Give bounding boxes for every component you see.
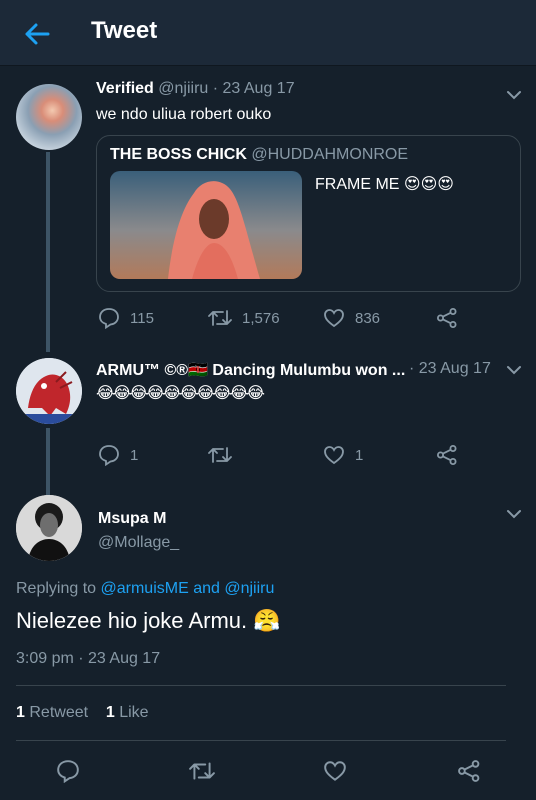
retweet-total: 1 [16,704,25,721]
reply-icon [99,445,119,466]
like-button[interactable]: 836 [323,307,380,329]
tweet-text: 😂😂😂😂😂😂😂😂😂😂 [96,385,265,402]
quote-image[interactable] [110,171,302,279]
reply-icon [99,308,119,329]
handle[interactable]: @Mollage_ [98,534,179,552]
thread-connector [46,152,50,352]
top-bar: Tweet [0,0,536,66]
reply-button[interactable] [56,759,80,783]
like-button[interactable] [323,759,347,783]
reply-count: 1 [130,446,139,464]
display-name[interactable]: Verified [96,80,154,97]
thread-connector [46,428,50,500]
share-button[interactable] [436,444,458,466]
divider [16,685,506,686]
display-name[interactable]: ARMU™ ©®🇰🇪 Dancing Mulumbu won ... [96,362,405,379]
avatar[interactable] [16,358,82,424]
heart-icon [324,309,344,328]
reply-and: and [193,580,220,597]
avatar[interactable] [16,495,82,561]
tweet-date: · 23 Aug 17 [212,80,295,97]
chevron-down-icon[interactable] [506,509,522,519]
reply-count: 115 [130,309,154,327]
heart-icon [324,761,346,781]
share-icon [458,760,480,782]
quote-header: THE BOSS CHICK @HUDDAHMONROE [110,146,408,164]
heart-icon [324,446,344,465]
quote-handle: @HUDDAHMONROE [251,146,409,163]
quoted-tweet[interactable]: THE BOSS CHICK @HUDDAHMONROE FRAME ME 😍😍… [96,135,521,292]
engagement-stats: 1 Retweet 1 Like [16,704,149,722]
like-label: Like [119,704,149,721]
tweet-text: Nielezee hio joke Armu. 😤 [16,608,281,633]
tweet-header: Verified @njiiru · 23 Aug 17 [96,80,295,98]
quote-display-name: THE BOSS CHICK [110,146,247,163]
reply-button[interactable]: 115 [98,307,154,329]
share-icon [437,308,457,328]
retweet-icon [208,310,232,326]
chevron-down-icon[interactable] [506,90,522,100]
display-name[interactable]: Msupa M [98,510,166,528]
share-button[interactable] [457,759,481,783]
chevron-down-icon[interactable] [506,365,522,375]
replying-to: Replying to @armuisME and @njiiru [16,580,274,598]
retweet-stat[interactable]: 1 Retweet [16,704,88,721]
tweet-timestamp: 3:09 pm · 23 Aug 17 [16,650,161,667]
page-title: Tweet [91,17,158,44]
share-icon [437,445,457,465]
share-button[interactable] [436,307,458,329]
reply-mention-link[interactable]: @njiiru [224,580,274,597]
like-total: 1 [105,704,115,721]
like-button[interactable]: 1 [323,444,363,466]
like-count: 836 [355,309,381,327]
retweet-button[interactable] [189,759,215,783]
quote-text: FRAME ME 😍😍😍 [315,176,454,193]
tweet-header: ARMU™ ©®🇰🇪 Dancing Mulumbu won ... [96,360,405,380]
retweet-button[interactable] [208,444,242,466]
retweet-icon [189,762,215,780]
replying-prefix: Replying to [16,580,97,597]
handle[interactable]: @njiiru [158,80,208,97]
retweet-count: 1,576 [242,309,280,327]
retweet-icon [208,447,232,463]
retweet-button[interactable]: 1,576 [208,307,280,329]
divider [16,740,506,741]
tweet-date: · 23 Aug 17 [409,360,491,377]
reply-mention-link[interactable]: @armuisME [101,580,189,597]
like-count: 1 [355,446,364,464]
avatar[interactable] [16,84,82,150]
tweet-text: we ndo uliua robert ouko [96,106,272,123]
back-arrow-icon[interactable] [22,19,52,49]
retweet-label: Retweet [29,704,89,721]
like-stat[interactable]: 1 Like [106,704,149,721]
reply-button[interactable]: 1 [98,444,138,466]
reply-icon [57,760,79,783]
